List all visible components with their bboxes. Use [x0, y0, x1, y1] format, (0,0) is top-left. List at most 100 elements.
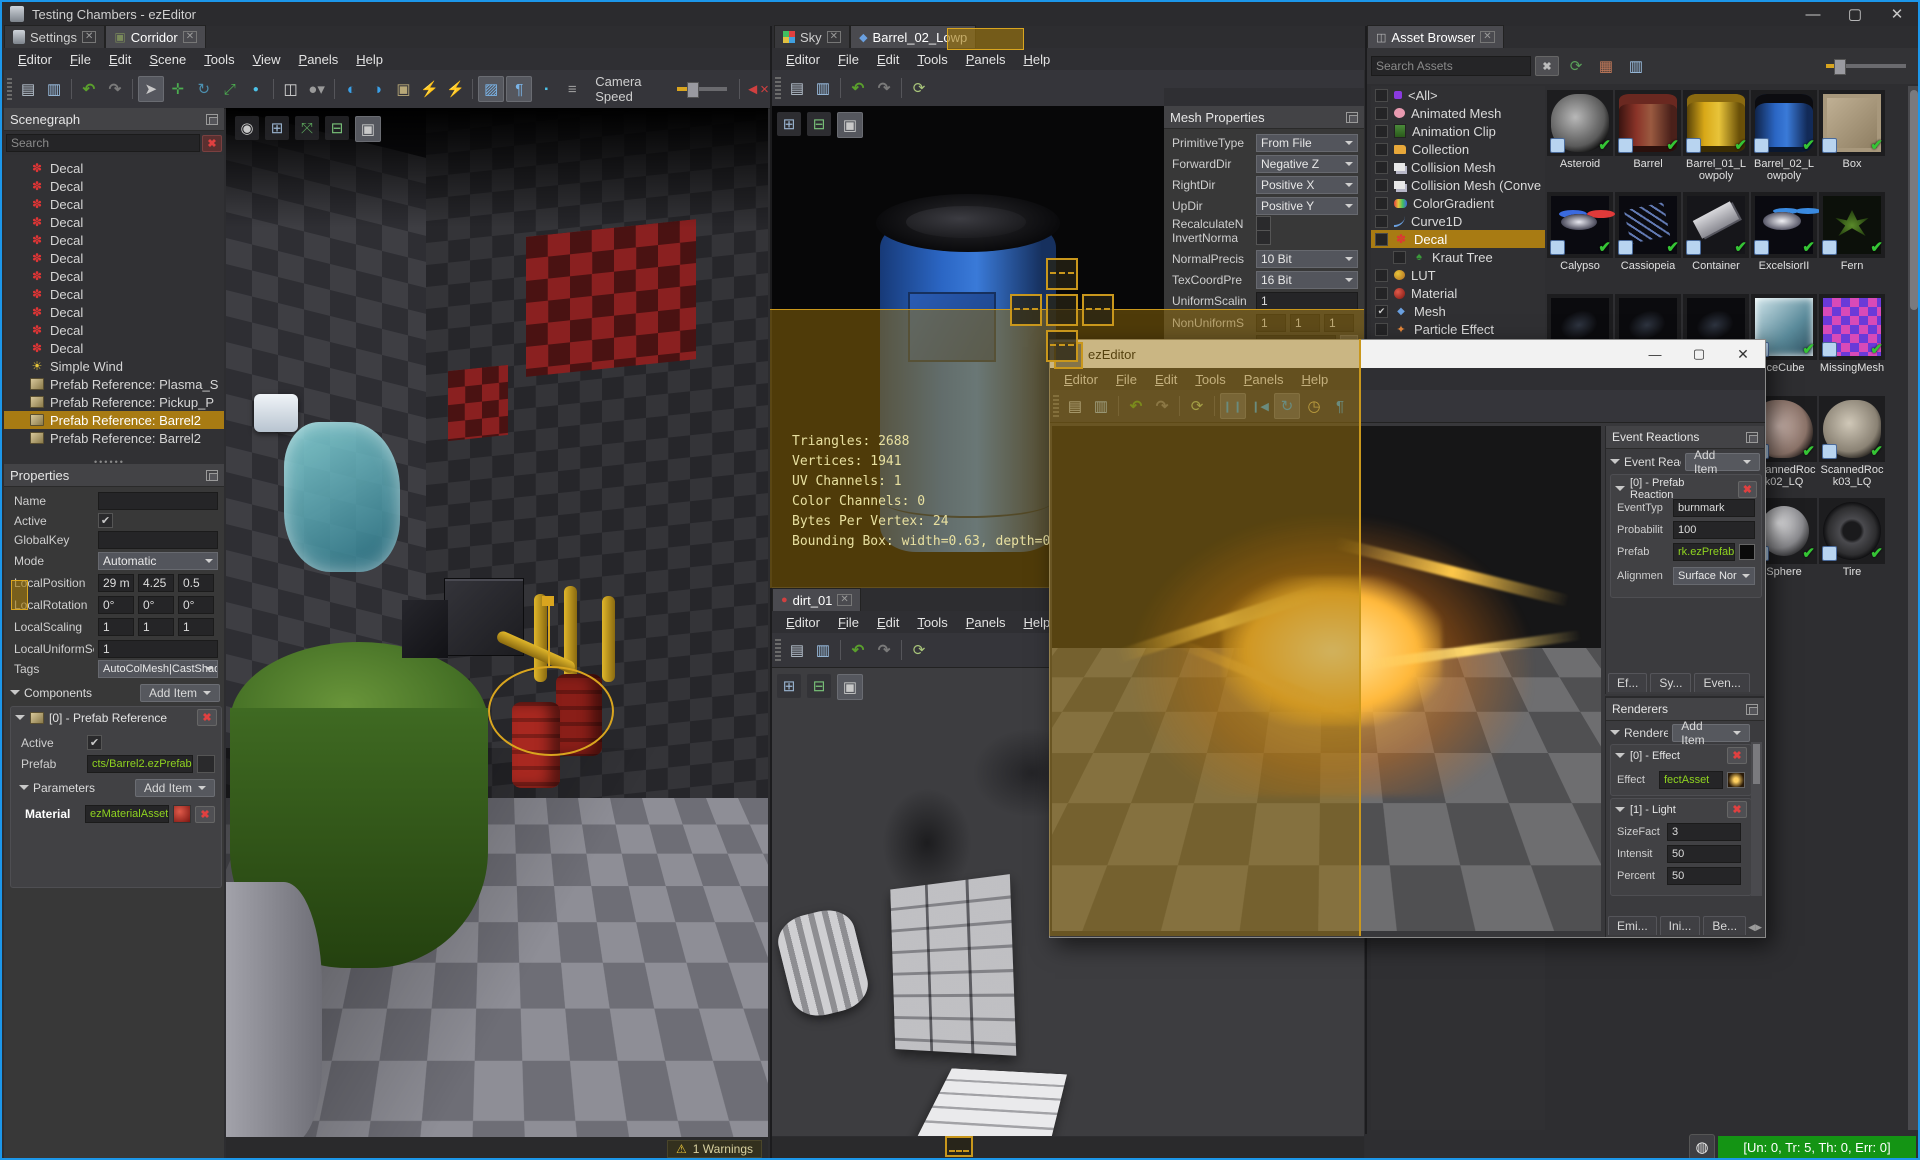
menu-item[interactable]: Scene	[141, 50, 194, 69]
scenegraph-item[interactable]: Prefab Reference: Barrel2	[4, 411, 224, 429]
scenegraph-item[interactable]: ✽ Decal	[4, 339, 224, 357]
mode-dropdown[interactable]: Automatic	[98, 552, 218, 570]
light-group-header[interactable]: [1] - Light ✖	[1611, 799, 1751, 820]
asset-type-item[interactable]: Curve1D	[1371, 212, 1545, 230]
asset-type-checkbox[interactable]	[1375, 125, 1388, 138]
asset-type-checkbox[interactable]	[1375, 89, 1388, 102]
rotation-y-field[interactable]: 0°	[138, 596, 174, 614]
asset-type-item[interactable]: Collision Mesh	[1371, 158, 1545, 176]
thumbnail-size-slider[interactable]	[1826, 64, 1906, 68]
asset-search-input[interactable]: Search Assets	[1371, 56, 1531, 76]
scaling-z-field[interactable]: 1	[178, 618, 214, 636]
rotation-z-field[interactable]: 0°	[178, 596, 214, 614]
transform-asset-icon[interactable]: ⟳	[907, 638, 931, 662]
asset-grid-scrollbar[interactable]	[1908, 86, 1920, 1130]
visibility-eye-icon[interactable]: ◉	[235, 116, 259, 140]
asset-type-checkbox[interactable]	[1375, 107, 1388, 120]
run-icon[interactable]: ⚡	[443, 77, 467, 101]
remove-component-icon[interactable]: ✖	[197, 709, 217, 726]
alignment-dropdown[interactable]: Surface Nor	[1673, 567, 1755, 585]
screenshot-camera-icon[interactable]: ▣	[837, 112, 863, 138]
sphere-tool-icon[interactable]: ●▾	[305, 77, 329, 101]
undo-icon[interactable]: ↶	[846, 638, 870, 662]
scenegraph-search-input[interactable]: Search	[6, 134, 200, 152]
menu-item[interactable]: Help	[1015, 50, 1058, 69]
asset-type-checkbox[interactable]	[1375, 323, 1388, 336]
play-from-icon[interactable]: ◑	[365, 77, 389, 101]
clear-asset-search-icon[interactable]: ✖	[1535, 56, 1559, 76]
float-panel-icon[interactable]	[1746, 432, 1758, 443]
asset-type-item[interactable]: Collision Mesh (Convex)	[1371, 176, 1545, 194]
asset-type-item[interactable]: ✔ Mesh	[1371, 302, 1545, 320]
tab-settings[interactable]: Settings ✕	[4, 25, 105, 48]
scenegraph-item[interactable]: ✽ Decal	[4, 177, 224, 195]
scenegraph-item[interactable]: ✽ Decal	[4, 303, 224, 321]
menu-item[interactable]: Edit	[101, 50, 139, 69]
texcoord-precision-dropdown[interactable]: 16 Bit	[1256, 271, 1358, 289]
asset-tile[interactable]: ✔ Calypso	[1547, 192, 1613, 292]
scenegraph-item[interactable]: ✽ Decal	[4, 159, 224, 177]
translate-gizmo-icon[interactable]: ✛	[166, 77, 190, 101]
redo-icon[interactable]: ↷	[872, 638, 896, 662]
reaction-prefab-field[interactable]: rk.ezPrefab	[1673, 543, 1735, 561]
new-window-icon[interactable]: ⊟	[325, 116, 349, 140]
material-thumbnail[interactable]	[173, 805, 191, 823]
add-event-reaction-button[interactable]: Add Item	[1685, 453, 1760, 471]
selection-gizmo-axis[interactable]	[548, 604, 550, 668]
redo-icon[interactable]: ↷	[103, 77, 127, 101]
simulate-gamepad-icon[interactable]: ▣	[391, 77, 415, 101]
asset-type-checkbox[interactable]	[1375, 179, 1388, 192]
prefab-browse-button[interactable]	[197, 755, 215, 773]
menu-item[interactable]: Tools	[909, 613, 955, 632]
asset-type-item[interactable]: LUT	[1371, 266, 1545, 284]
uniform-scaling-field[interactable]: 1	[1256, 292, 1358, 310]
menu-item[interactable]: Panels	[958, 613, 1014, 632]
scenegraph-item[interactable]: ✽ Decal	[4, 321, 224, 339]
asset-type-item[interactable]: <All>	[1371, 86, 1545, 104]
grid-layers-icon[interactable]: ≡	[560, 77, 584, 101]
percentage-field[interactable]: 50	[1667, 867, 1741, 885]
redo-icon[interactable]: ↷	[872, 76, 896, 100]
warnings-badge[interactable]: ⚠ 1 Warnings	[667, 1140, 762, 1158]
panel-tab[interactable]: Ef...	[1608, 673, 1647, 692]
renderers-scrollbar[interactable]	[1751, 742, 1762, 896]
float-panel-icon[interactable]	[1346, 112, 1358, 123]
asset-type-checkbox[interactable]	[1375, 197, 1388, 210]
screenshot-camera-icon[interactable]: ▣	[837, 674, 863, 700]
asset-type-item[interactable]: Animated Mesh	[1371, 104, 1545, 122]
new-window-icon[interactable]: ⊟	[807, 112, 831, 136]
renderers-header[interactable]: Renderers	[1606, 698, 1764, 721]
menu-item[interactable]: File	[830, 50, 867, 69]
menu-item[interactable]: Edit	[869, 50, 907, 69]
scale-gizmo-icon[interactable]: ⤢	[218, 77, 242, 101]
close-button[interactable]: ✕	[1877, 2, 1917, 26]
transform-all-icon[interactable]: ⟳	[1564, 54, 1588, 78]
select-tool-icon[interactable]: ➤	[138, 76, 164, 102]
menu-item[interactable]: Tools	[909, 50, 955, 69]
tab-close-icon[interactable]: ✕	[82, 31, 96, 43]
remove-reaction-icon[interactable]: ✖	[1738, 481, 1757, 498]
tab-dirt-01[interactable]: ● dirt_01 ✕	[772, 588, 861, 611]
tab-asset-browser[interactable]: ◫ Asset Browser ✕	[1367, 25, 1504, 48]
asset-type-checkbox[interactable]: ✔	[1375, 305, 1388, 318]
add-parameter-button[interactable]: Add Item	[135, 779, 215, 797]
scaling-y-field[interactable]: 1	[138, 618, 174, 636]
scenegraph-item[interactable]: Prefab Reference: Plasma_S	[4, 375, 224, 393]
close-button[interactable]: ✕	[1721, 346, 1765, 363]
whitebox-icon[interactable]: ◫	[279, 77, 303, 101]
asset-type-item[interactable]: Animation Clip	[1371, 122, 1545, 140]
intensity-field[interactable]: 50	[1667, 845, 1741, 863]
size-factor-field[interactable]: 3	[1667, 823, 1741, 841]
toolbar-grip[interactable]	[775, 77, 781, 99]
float-panel-icon[interactable]	[206, 114, 218, 125]
scenegraph-item[interactable]: ✽ Decal	[4, 231, 224, 249]
asset-tile[interactable]: ✔ Tire	[1819, 498, 1885, 598]
rotate-gizmo-icon[interactable]: ↻	[192, 77, 216, 101]
snap-icon[interactable]: ●	[244, 77, 268, 101]
scenegraph-item[interactable]: ✽ Decal	[4, 267, 224, 285]
normal-precision-dropdown[interactable]: 10 Bit	[1256, 250, 1358, 268]
play-icon[interactable]: ◐	[339, 77, 363, 101]
name-field[interactable]	[98, 492, 218, 510]
visualizers-icon[interactable]: ¶	[506, 76, 532, 102]
component-group-header[interactable]: [0] - Prefab Reference ✖	[11, 707, 221, 728]
